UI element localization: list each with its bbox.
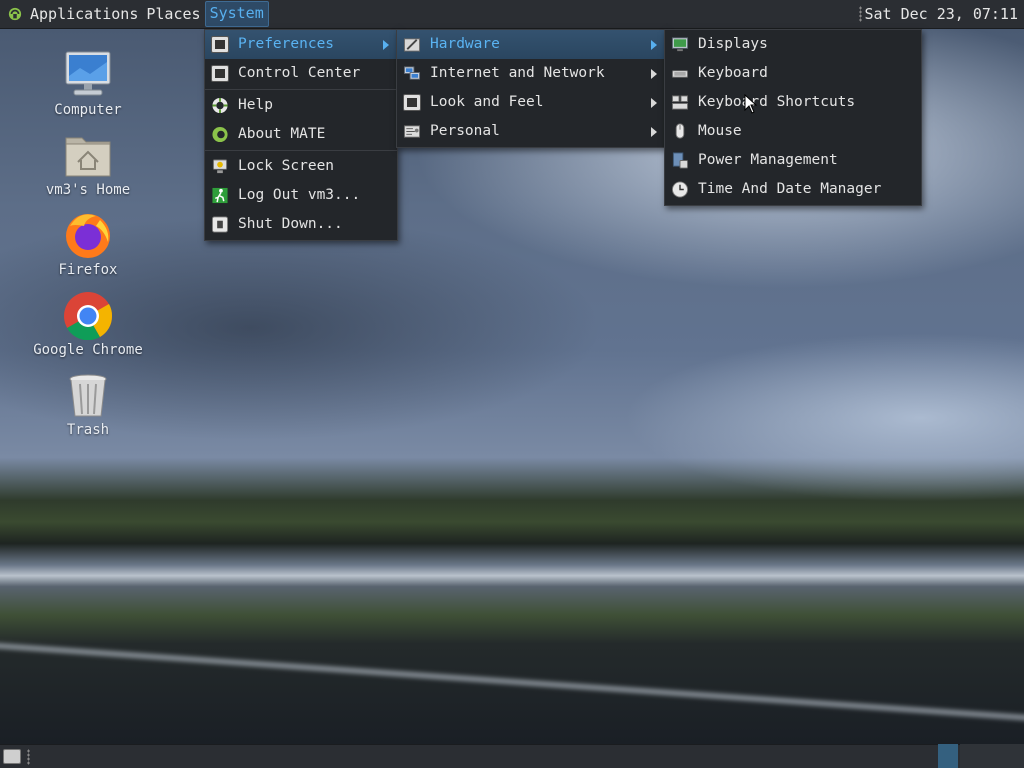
workspace-switcher-active[interactable] [938, 744, 958, 768]
menu-item-label: Personal [430, 123, 500, 139]
menu-item-mouse[interactable]: Mouse [665, 117, 921, 146]
preferences-submenu: Hardware Internet and Network Look and F… [396, 29, 666, 148]
desktop-icon-label: Firefox [58, 262, 118, 278]
mate-logo-icon [8, 7, 22, 21]
menu-item-label: Time And Date Manager [698, 181, 882, 197]
menu-item-control-center[interactable]: Control Center [205, 59, 397, 88]
menu-item-label: Keyboard Shortcuts [698, 94, 856, 110]
menu-item-personal[interactable]: Personal [397, 117, 665, 146]
menu-item-label: Log Out vm3... [238, 187, 361, 203]
desktop-icon-label: Computer [54, 102, 122, 118]
menu-item-label: Hardware [430, 36, 500, 52]
system-menu[interactable]: System [204, 1, 269, 27]
menu-item-preferences[interactable]: Preferences [205, 30, 397, 59]
desktop-icon-label: Google Chrome [33, 342, 143, 358]
hardware-submenu: Displays Keyboard Keyboard Shortcuts Mou… [664, 29, 922, 206]
keyboard-icon [671, 70, 689, 78]
top-panel: Applications Places System Sat Dec 23, 0… [0, 0, 1024, 29]
submenu-arrow-icon [651, 98, 657, 108]
mouse-cursor-icon [744, 94, 758, 114]
clock-icon [671, 181, 689, 198]
system-menu-popup: Preferences Control Center Help About MA… [204, 29, 398, 241]
desktop-icon-home[interactable]: vm3's Home [23, 130, 153, 198]
desktop-icon-label: vm3's Home [45, 182, 131, 198]
menu-item-label: Lock Screen [238, 158, 335, 174]
menu-separator [205, 150, 397, 151]
menu-item-log-out[interactable]: Log Out vm3... [205, 181, 397, 210]
menu-item-help[interactable]: Help [205, 91, 397, 120]
submenu-arrow-icon [383, 40, 389, 50]
workspace-switcher-inactive[interactable] [960, 744, 1024, 768]
keyboard-shortcuts-icon [671, 95, 689, 110]
panel-drag-handle[interactable] [27, 749, 30, 765]
menu-item-internet-and-network[interactable]: Internet and Network [397, 59, 665, 88]
menu-item-displays[interactable]: Displays [665, 30, 921, 59]
menu-item-label: Internet and Network [430, 65, 605, 81]
chrome-icon [60, 290, 116, 341]
home-folder-icon [60, 130, 116, 180]
menu-item-label: Preferences [238, 36, 335, 52]
menu-item-power-management[interactable]: Power Management [665, 146, 921, 175]
submenu-arrow-icon [651, 127, 657, 137]
show-desktop-icon[interactable] [3, 749, 21, 764]
menu-item-label: Look and Feel [430, 94, 544, 110]
menu-item-hardware[interactable]: Hardware [397, 30, 665, 59]
menu-item-label: Power Management [698, 152, 838, 168]
desktop-icon-trash[interactable]: Trash [23, 370, 153, 438]
menu-item-shut-down[interactable]: Shut Down... [205, 210, 397, 239]
menu-item-label: Displays [698, 36, 768, 52]
help-icon [212, 97, 228, 114]
desktop-icon-label: Trash [66, 422, 110, 438]
mouse-icon [675, 123, 685, 139]
desktop-icon-chrome[interactable]: Google Chrome [23, 290, 153, 358]
submenu-arrow-icon [651, 69, 657, 79]
menu-item-keyboard-shortcuts[interactable]: Keyboard Shortcuts [665, 88, 921, 117]
menu-item-label: Control Center [238, 65, 361, 81]
menu-item-label: Help [238, 97, 273, 113]
control-center-icon [211, 65, 229, 82]
firefox-icon [60, 210, 116, 260]
desktop-icon-computer[interactable]: Computer [23, 50, 153, 118]
shut-down-icon [211, 216, 229, 233]
desktop-icon-firefox[interactable]: Firefox [23, 210, 153, 278]
network-icon [403, 66, 421, 80]
personal-icon [403, 125, 421, 138]
computer-icon [60, 50, 116, 100]
menu-item-look-and-feel[interactable]: Look and Feel [397, 88, 665, 117]
menu-item-lock-screen[interactable]: Lock Screen [205, 152, 397, 181]
menu-item-label: Mouse [698, 123, 742, 139]
hardware-icon [403, 38, 421, 52]
power-management-icon [672, 152, 689, 169]
bottom-panel [0, 744, 1024, 768]
clock[interactable]: Sat Dec 23, 07:11 [864, 0, 1018, 28]
mate-logo-icon [212, 126, 228, 143]
trash-icon [60, 370, 116, 420]
menu-item-label: About MATE [238, 126, 326, 142]
menu-item-label: Shut Down... [238, 216, 343, 232]
panel-drag-handle[interactable] [859, 6, 862, 22]
menu-item-keyboard[interactable]: Keyboard [665, 59, 921, 88]
menu-item-time-and-date-manager[interactable]: Time And Date Manager [665, 175, 921, 204]
preferences-icon [211, 36, 229, 53]
places-menu[interactable]: Places [142, 2, 204, 26]
lock-screen-icon [212, 159, 228, 174]
display-icon [671, 37, 689, 52]
menu-item-about-mate[interactable]: About MATE [205, 120, 397, 149]
appearance-icon [403, 94, 421, 111]
menu-item-label: Keyboard [698, 65, 768, 81]
submenu-arrow-icon [651, 40, 657, 50]
menu-separator [205, 89, 397, 90]
applications-menu[interactable]: Applications [26, 2, 142, 26]
log-out-icon [212, 187, 228, 204]
